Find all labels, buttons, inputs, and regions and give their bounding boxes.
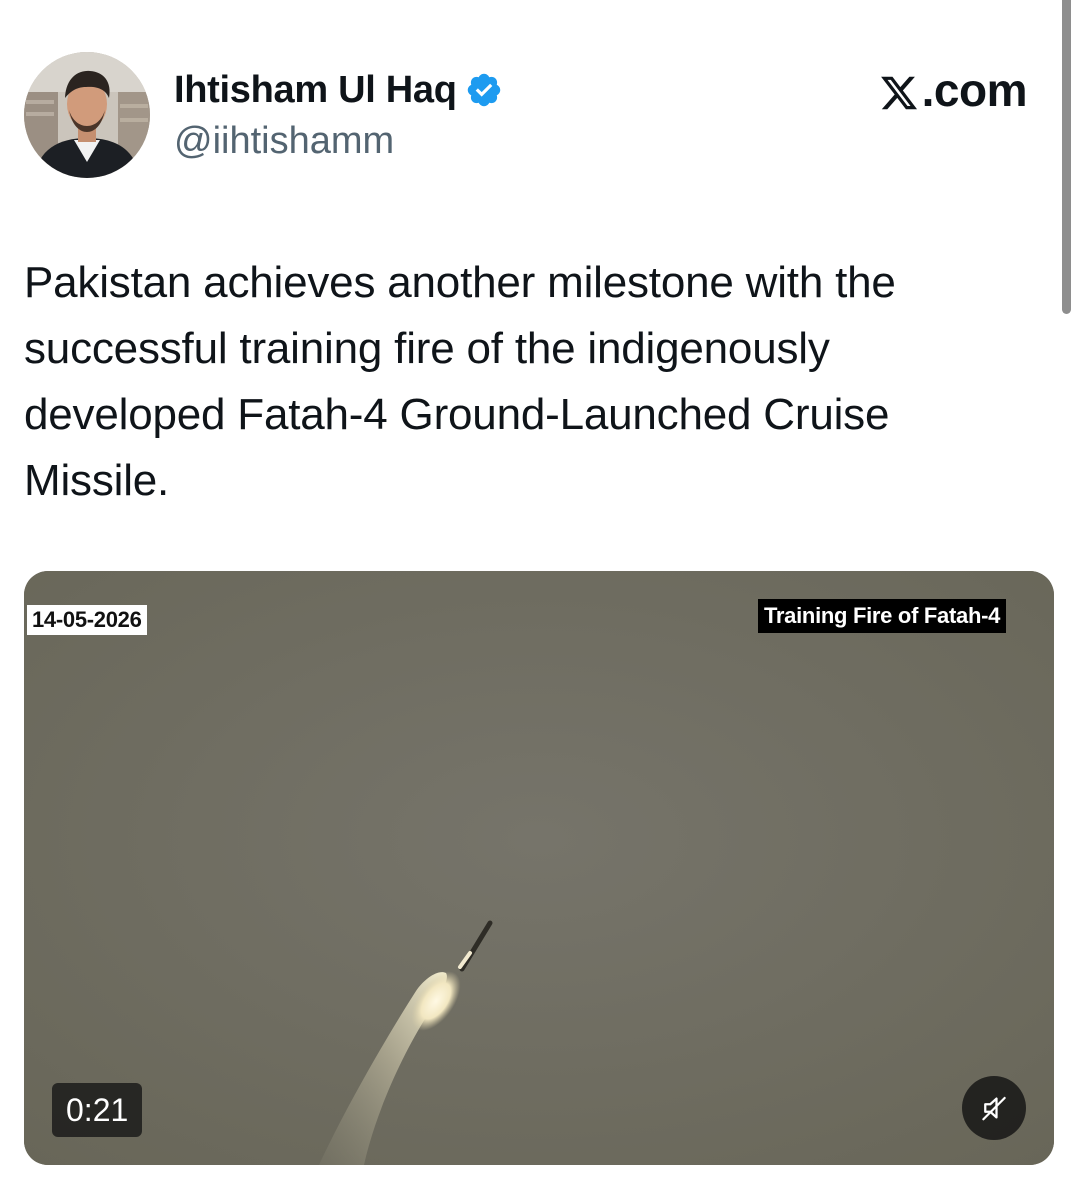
video-player[interactable]: 14-05-2026 Training Fire of Fatah-4 0:21 — [24, 571, 1054, 1165]
scrollbar[interactable] — [1062, 0, 1071, 314]
speaker-muted-icon — [982, 1096, 1006, 1121]
author-name[interactable]: Ihtisham Ul Haq — [174, 68, 503, 112]
video-title-overlay: Training Fire of Fatah-4 — [758, 599, 1007, 633]
tweet-text: Pakistan achieves another milestone with… — [24, 258, 896, 505]
avatar[interactable] — [24, 52, 150, 178]
display-name-text[interactable]: Ihtisham Ul Haq — [174, 69, 457, 112]
brand-watermark: .com — [879, 64, 1028, 116]
video-frame — [24, 571, 1054, 1165]
verified-badge-icon — [465, 71, 503, 109]
avatar-photo — [24, 52, 150, 178]
brand-text: .com — [921, 64, 1028, 116]
mute-button[interactable] — [962, 1076, 1026, 1140]
x-logo-icon — [879, 70, 919, 110]
video-date-overlay: 14-05-2026 — [27, 605, 147, 635]
video-duration: 0:21 — [52, 1083, 143, 1137]
author-handle[interactable]: @iihtishamm — [174, 120, 394, 163]
